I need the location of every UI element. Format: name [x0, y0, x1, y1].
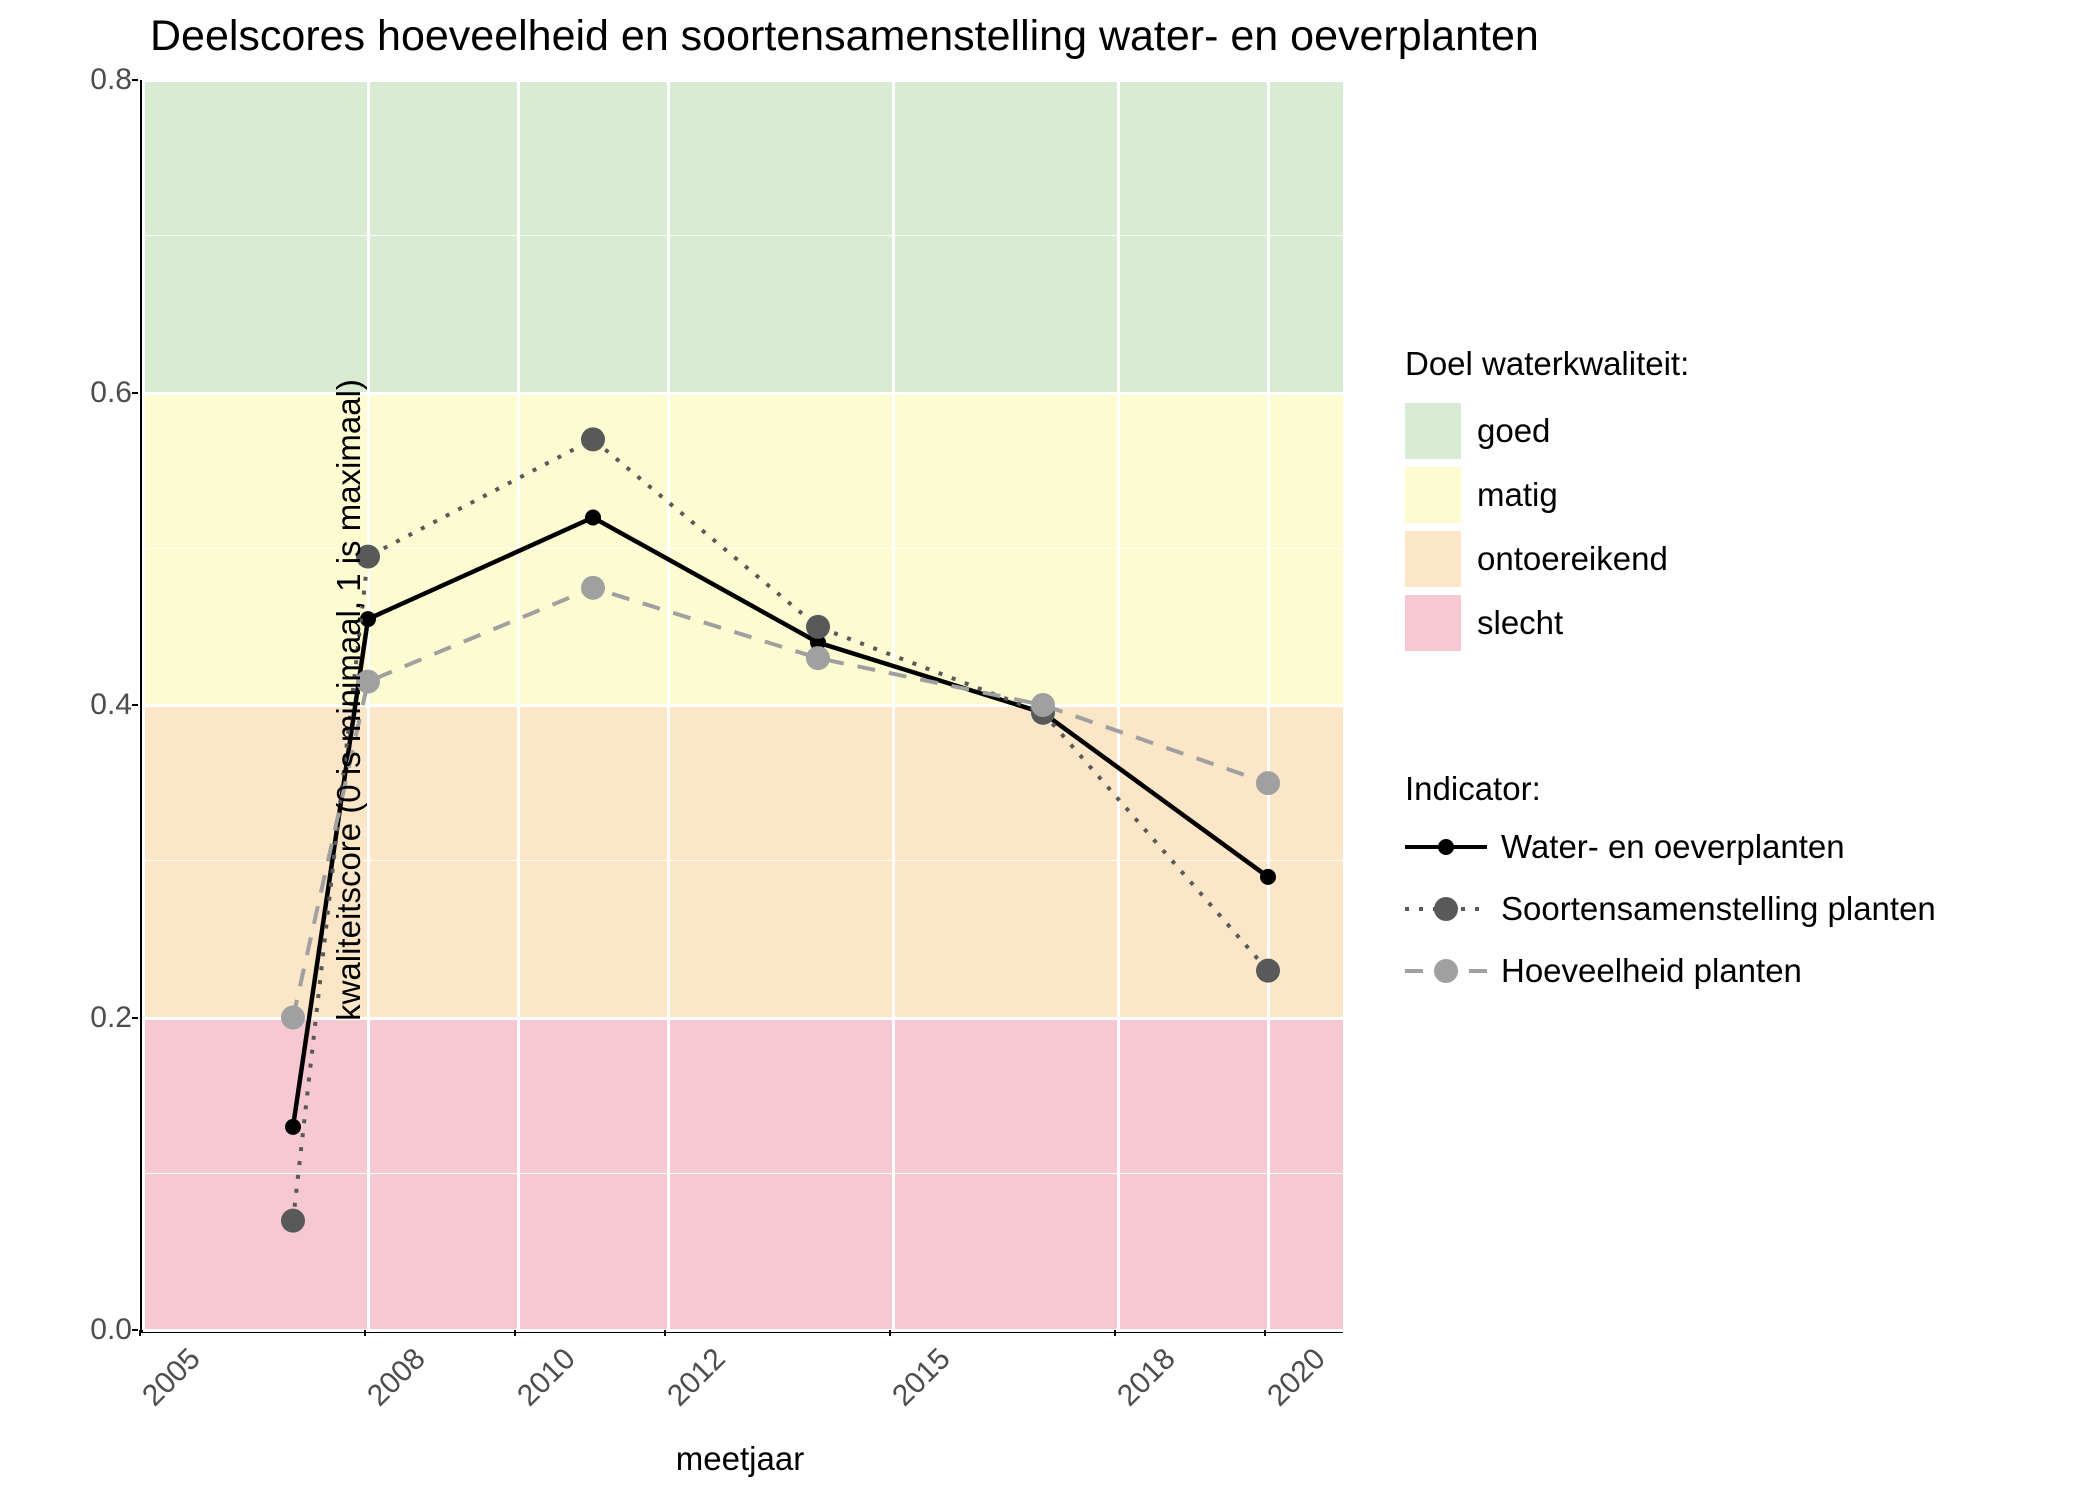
- y-axis-label: kwaliteitscore (0 is minimaal, 1 is maxi…: [330, 379, 368, 1021]
- legend-quality-item: goed: [1405, 403, 1689, 459]
- legend-quality-item: matig: [1405, 467, 1689, 523]
- legend-label: slecht: [1477, 604, 1563, 642]
- legend-line-sample: [1405, 832, 1487, 862]
- y-tick-label: 0.6: [90, 376, 132, 410]
- x-tick-label: 2005: [136, 1342, 207, 1413]
- y-tick-mark: [132, 1017, 138, 1019]
- series-point: [1031, 693, 1055, 717]
- y-tick-label: 0.4: [90, 688, 132, 722]
- series-point: [581, 427, 605, 451]
- x-tick-mark: [364, 1330, 366, 1336]
- x-axis-label: meetjaar: [676, 1440, 804, 1478]
- series-point: [581, 576, 605, 600]
- series-line: [293, 518, 1268, 1127]
- series-point: [285, 1119, 301, 1135]
- y-tick-label: 0.2: [90, 1001, 132, 1035]
- line-layer: [143, 80, 1343, 1330]
- x-tick-label: 2018: [1111, 1342, 1182, 1413]
- x-tick-mark: [514, 1330, 516, 1336]
- legend-swatch: [1405, 403, 1461, 459]
- x-tick-mark: [889, 1330, 891, 1336]
- series-point: [585, 510, 601, 526]
- legend-label: Water- en oeverplanten: [1501, 828, 1845, 866]
- legend-indicator-title: Indicator:: [1405, 770, 1936, 808]
- x-tick-label: 2008: [361, 1342, 432, 1413]
- series-point: [281, 1006, 305, 1030]
- y-tick-mark: [132, 392, 138, 394]
- series-point: [806, 615, 830, 639]
- x-tick-mark: [1114, 1330, 1116, 1336]
- y-tick-mark: [132, 704, 138, 706]
- x-tick-label: 2020: [1261, 1342, 1332, 1413]
- legend-indicator-item: Water- en oeverplanten: [1405, 828, 1936, 866]
- series-line: [293, 439, 1268, 1220]
- x-tick-mark: [1264, 1330, 1266, 1336]
- chart-container: Deelscores hoeveelheid en soortensamenst…: [0, 0, 2100, 1500]
- series-point: [281, 1209, 305, 1233]
- legend-label: Hoeveelheid planten: [1501, 952, 1802, 990]
- y-tick-mark: [132, 1329, 138, 1331]
- chart-title: Deelscores hoeveelheid en soortensamenst…: [150, 12, 1539, 61]
- x-tick-label: 2012: [661, 1342, 732, 1413]
- series-point: [1256, 771, 1280, 795]
- x-tick-mark: [139, 1330, 141, 1336]
- series-line: [293, 588, 1268, 1018]
- legend-quality: Doel waterkwaliteit: goed matig ontoereike…: [1405, 345, 1689, 659]
- legend-label: Soortensamenstelling planten: [1501, 890, 1936, 928]
- legend-label: goed: [1477, 412, 1550, 450]
- y-tick-mark: [132, 79, 138, 81]
- legend-label: ontoereikend: [1477, 540, 1668, 578]
- legend-label: matig: [1477, 476, 1558, 514]
- legend-swatch: [1405, 531, 1461, 587]
- legend-quality-item: ontoereikend: [1405, 531, 1689, 587]
- x-tick-label: 2010: [511, 1342, 582, 1413]
- legend-swatch: [1405, 467, 1461, 523]
- legend-line-sample: [1405, 956, 1487, 986]
- legend-indicator-item: Soortensamenstelling planten: [1405, 890, 1936, 928]
- legend-line-sample: [1405, 894, 1487, 924]
- x-tick-label: 2015: [886, 1342, 957, 1413]
- series-point: [806, 646, 830, 670]
- legend-indicator-item: Hoeveelheid planten: [1405, 952, 1936, 990]
- x-tick-mark: [664, 1330, 666, 1336]
- y-tick-label: 0.8: [90, 63, 132, 97]
- plot-area: [140, 80, 1343, 1333]
- series-point: [1260, 869, 1276, 885]
- legend-quality-item: slecht: [1405, 595, 1689, 651]
- y-tick-label: 0.0: [90, 1313, 132, 1347]
- series-point: [1256, 959, 1280, 983]
- legend-quality-title: Doel waterkwaliteit:: [1405, 345, 1689, 383]
- legend-indicator: Indicator: Water- en oeverplanten Soorten…: [1405, 770, 1936, 1014]
- legend-swatch: [1405, 595, 1461, 651]
